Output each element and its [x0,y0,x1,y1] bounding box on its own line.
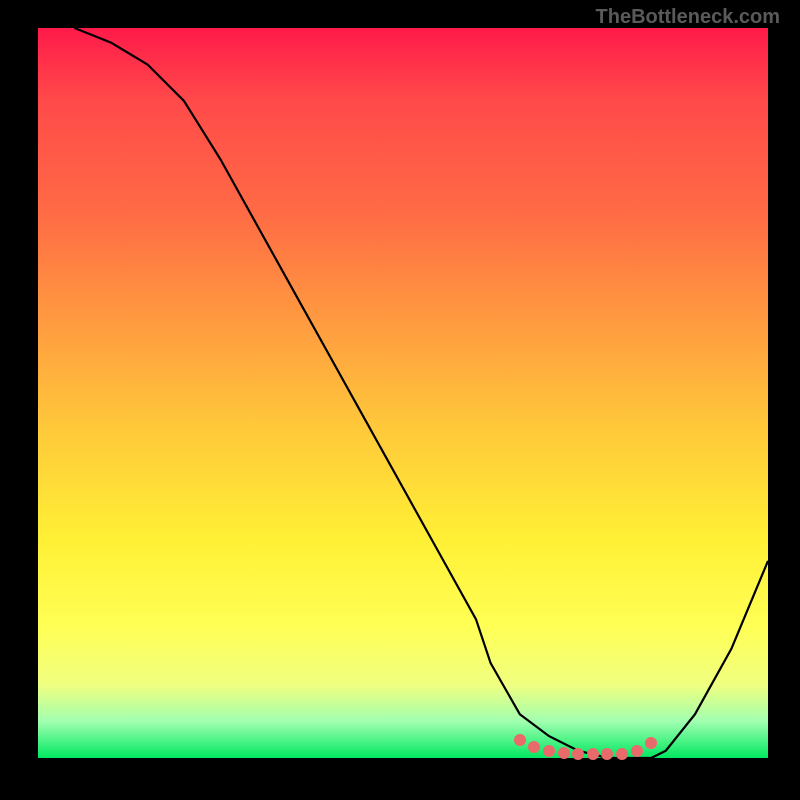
marker-layer [38,28,768,758]
data-marker [601,748,613,760]
plot-area [38,28,768,758]
watermark-text: TheBottleneck.com [596,6,780,29]
data-marker [528,741,540,753]
chart-container: TheBottleneck.com [0,0,800,800]
data-marker [558,747,570,759]
data-marker [543,745,555,757]
data-marker [645,737,657,749]
data-marker [631,745,643,757]
data-marker [572,748,584,760]
data-marker [514,734,526,746]
data-marker [587,748,599,760]
data-marker [616,748,628,760]
